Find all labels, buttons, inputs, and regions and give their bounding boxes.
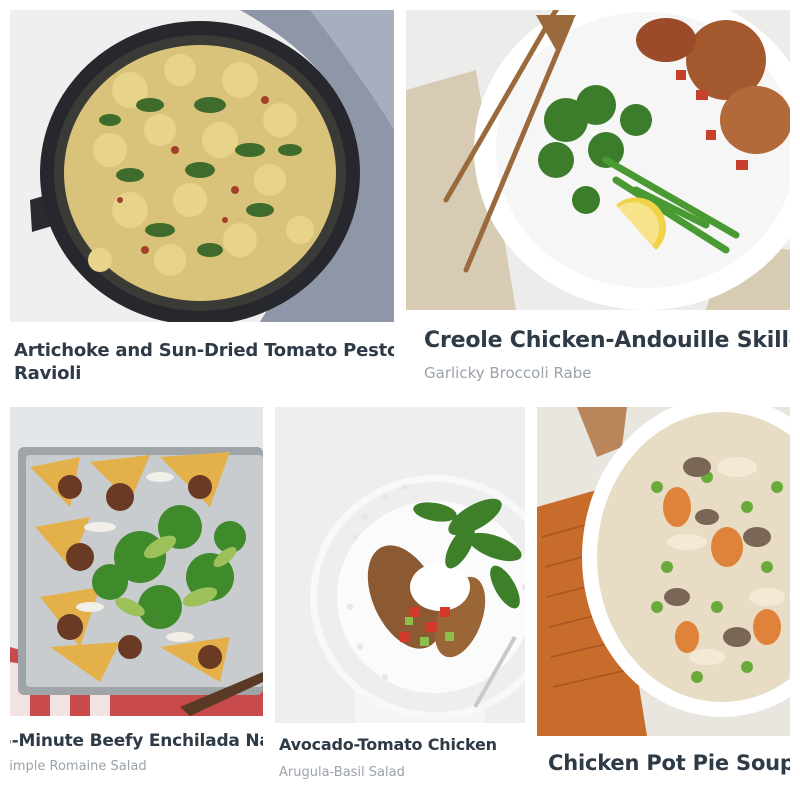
recipe-photo-creole-chicken[interactable] <box>406 10 790 310</box>
recipe-photo-ravioli[interactable] <box>10 10 394 322</box>
recipe-title-ravioli-line1[interactable]: Artichoke and Sun-Dried Tomato Pesto <box>14 340 394 361</box>
recipe-card-creole-chicken[interactable]: Creole Chicken-Andouille Skillet Garlick… <box>406 10 790 390</box>
recipe-subtitle-creole-chicken: Garlicky Broccoli Rabe <box>424 364 592 382</box>
recipe-photo-avocado-chicken[interactable] <box>275 407 525 723</box>
recipe-subtitle-avocado-chicken: Arugula-Basil Salad <box>279 765 405 780</box>
recipe-photo-enchilada-nachos[interactable] <box>10 407 263 716</box>
recipe-title-creole-chicken[interactable]: Creole Chicken-Andouille Skillet <box>424 328 790 353</box>
recipe-photo-pot-pie-soup[interactable] <box>537 407 790 736</box>
recipe-title-enchilada-nachos[interactable]: 5-Minute Beefy Enchilada Nachos <box>10 731 263 751</box>
recipe-title-pot-pie-soup[interactable]: Chicken Pot Pie Soup <box>548 751 790 775</box>
recipe-card-pot-pie-soup[interactable]: Chicken Pot Pie Soup <box>537 407 790 790</box>
recipe-card-ravioli[interactable]: Artichoke and Sun-Dried Tomato Pesto Rav… <box>10 10 394 390</box>
recipe-title-avocado-chicken[interactable]: Avocado-Tomato Chicken <box>279 735 497 754</box>
recipe-card-enchilada-nachos[interactable]: 5-Minute Beefy Enchilada Nachos Simple R… <box>10 407 263 790</box>
recipe-subtitle-enchilada-nachos: Simple Romaine Salad <box>10 759 147 774</box>
recipe-title-ravioli-line2[interactable]: Ravioli <box>14 363 81 384</box>
recipe-card-avocado-chicken[interactable]: Avocado-Tomato Chicken Arugula-Basil Sal… <box>275 407 525 790</box>
